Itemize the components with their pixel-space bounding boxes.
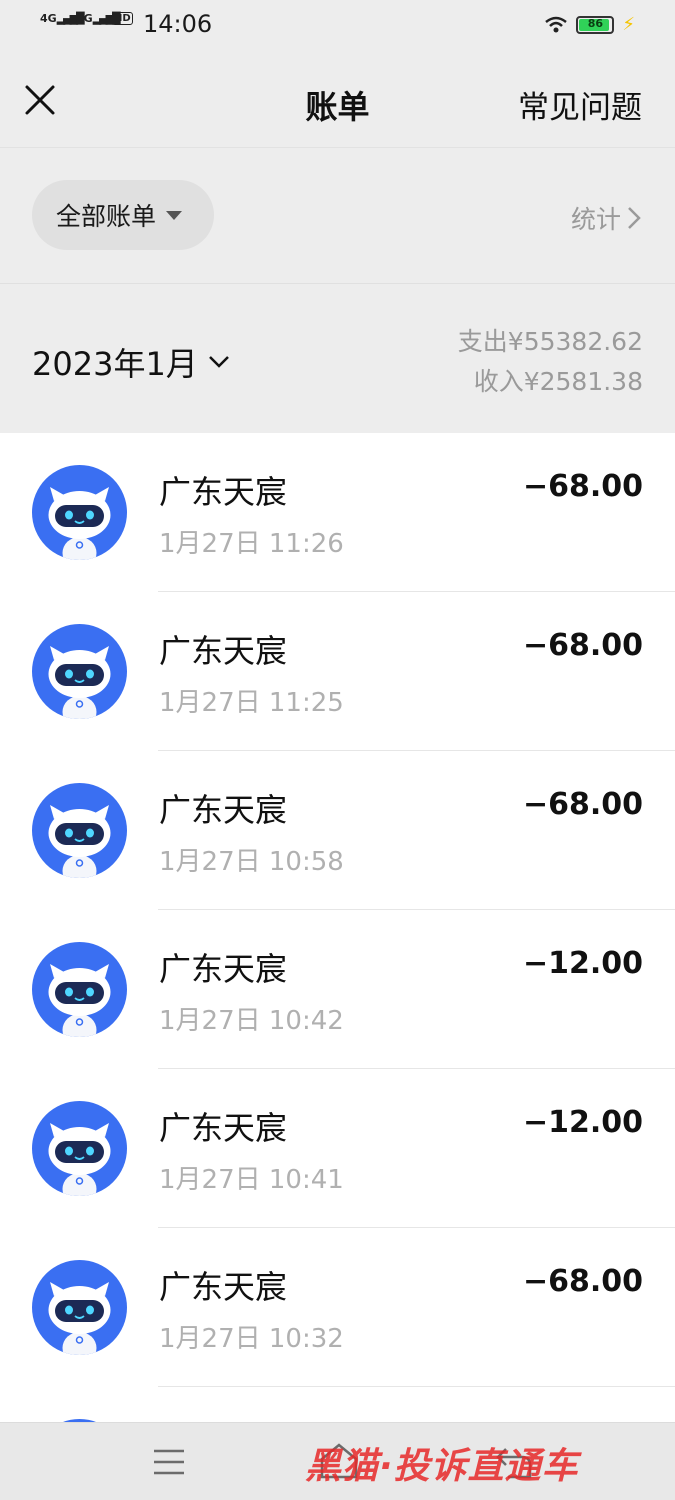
transaction-time: 1月27日 10:58 — [159, 847, 344, 877]
transaction-time: 1月27日 10:32 — [159, 1324, 344, 1354]
robot-avatar — [32, 783, 127, 878]
transaction-list: 广东天宸 1月27日 11:26 −68.00 广东天宸 1月27日 11:25… — [0, 433, 675, 1423]
transaction-row[interactable]: 广东天宸 1月27日 10:41 −12.00 — [0, 1069, 675, 1228]
bill-filter-dropdown[interactable]: 全部账单 — [32, 180, 214, 250]
list-item-partial[interactable] — [0, 1387, 675, 1423]
wifi-icon — [545, 16, 568, 32]
transaction-amount: −68.00 — [522, 787, 643, 822]
merchant-name: 广东天宸 — [159, 791, 288, 829]
system-nav-bar: 黑猫·投诉直通车 — [0, 1422, 675, 1500]
month-label: 2023年1月 — [32, 345, 198, 383]
transaction-amount: −12.00 — [522, 1105, 643, 1140]
merchant-name: 广东天宸 — [159, 1109, 288, 1147]
robot-avatar — [32, 624, 127, 719]
month-selector[interactable]: 2023年1月 — [32, 339, 230, 385]
nav-bar: 账单 常见问题 — [0, 52, 675, 147]
faq-button[interactable]: 常见问题 — [518, 82, 642, 127]
menu-icon[interactable] — [152, 1447, 186, 1477]
merchant-name: 广东天宸 — [159, 950, 288, 988]
transaction-amount: −12.00 — [522, 946, 643, 981]
hd-icon: HD — [112, 12, 133, 25]
merchant-name: 广东天宸 — [159, 632, 288, 670]
robot-avatar — [32, 465, 127, 560]
transaction-time: 1月27日 11:25 — [159, 688, 344, 718]
transaction-row[interactable]: 广东天宸 1月27日 10:32 −68.00 — [0, 1228, 675, 1387]
transaction-amount: −68.00 — [522, 469, 643, 504]
transaction-row[interactable]: 广东天宸 1月27日 10:42 −12.00 — [0, 910, 675, 1069]
merchant-name: 广东天宸 — [159, 473, 288, 511]
transaction-row[interactable]: 广东天宸 1月27日 11:25 −68.00 — [0, 592, 675, 751]
transaction-amount: −68.00 — [522, 1264, 643, 1299]
chevron-right-icon — [628, 207, 641, 229]
watermark: 黑猫·投诉直通车 — [305, 1446, 579, 1487]
transaction-amount: −68.00 — [522, 628, 643, 663]
battery-level: 86 — [587, 16, 604, 30]
transaction-time: 1月27日 10:42 — [159, 1006, 344, 1036]
transaction-row[interactable]: 广东天宸 1月27日 10:58 −68.00 — [0, 751, 675, 910]
expense-total: 支出¥55382.62 — [457, 327, 643, 356]
robot-avatar — [32, 1260, 127, 1355]
transaction-time: 1月27日 10:41 — [159, 1165, 344, 1195]
month-summary: 2023年1月 支出¥55382.62 收入¥2581.38 — [0, 283, 675, 433]
stats-label: 统计 — [570, 205, 621, 234]
caret-down-icon — [166, 210, 183, 220]
transaction-time: 1月27日 11:26 — [159, 529, 344, 559]
income-total: 收入¥2581.38 — [473, 367, 643, 396]
chevron-down-icon — [208, 356, 229, 368]
robot-avatar — [32, 1101, 127, 1196]
merchant-name: 广东天宸 — [159, 1268, 288, 1306]
transaction-row[interactable]: 广东天宸 1月27日 11:26 −68.00 — [0, 433, 675, 592]
robot-avatar — [32, 942, 127, 1037]
stats-link[interactable]: 统计 — [571, 200, 641, 236]
status-bar: 4G▂▄▆█ 5G▂▄▆█ HD 14:06 86 ⚡ — [0, 0, 675, 52]
month-totals: 支出¥55382.62 收入¥2581.38 — [458, 322, 643, 402]
status-time: 14:06 — [143, 10, 213, 38]
battery-icon: 86 — [576, 15, 615, 34]
filter-row: 全部账单 统计 — [0, 147, 675, 283]
filter-label: 全部账单 — [56, 202, 157, 231]
charging-icon: ⚡ — [622, 14, 635, 35]
